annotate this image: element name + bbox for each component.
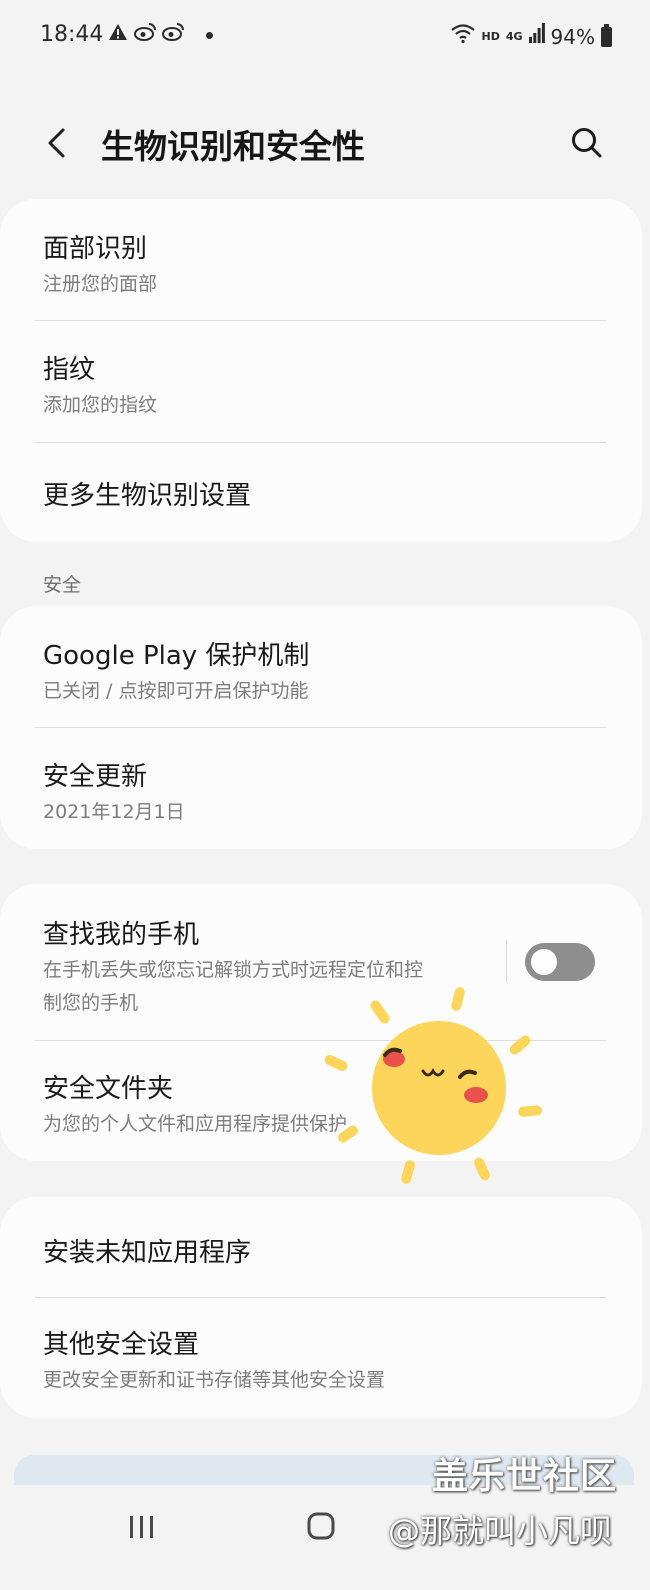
row-title: 查找我的手机 (43, 920, 200, 950)
row-subtitle-line2: 制您的手机 (43, 992, 139, 1014)
find-my-mobile-toggle[interactable] (525, 943, 595, 981)
other-security-card: 安装未知应用程序 其他安全设置 更改安全更新和证书存储等其他安全设置 (0, 1197, 642, 1418)
list-item-google-play-protect[interactable]: Google Play 保护机制 已关闭 / 点按即可开启保护功能 (0, 606, 642, 728)
toggle-separator (506, 940, 507, 982)
battery-percent: 94% (550, 24, 595, 49)
battery-icon (601, 23, 612, 47)
row-title: 其他安全设置 (43, 1330, 200, 1360)
sun-sticker-icon (325, 987, 542, 1184)
biometrics-card: 面部识别 注册您的面部 指纹 添加您的指纹 更多生物识别设置 (0, 199, 642, 542)
recent-apps-button[interactable] (112, 1502, 172, 1552)
row-title: 更多生物识别设置 (43, 481, 252, 511)
warning-icon (108, 22, 128, 49)
back-button[interactable] (34, 118, 84, 168)
toggle-knob (529, 947, 559, 977)
row-title: Google Play 保护机制 (43, 641, 310, 671)
search-button[interactable] (562, 118, 612, 168)
weibo-icon (134, 22, 156, 49)
status-time: 18:44 (40, 22, 104, 47)
list-item-install-unknown-apps[interactable]: 安装未知应用程序 (0, 1197, 642, 1297)
recent-apps-icon (130, 1516, 153, 1538)
row-title: 面部识别 (43, 234, 148, 264)
row-subtitle: 为您的个人文件和应用程序提供保护 (43, 1113, 348, 1135)
search-icon (572, 128, 602, 158)
row-subtitle: 在手机丢失或您忘记解锁方式时远程定位和控 (43, 959, 424, 981)
row-subtitle: 注册您的面部 (43, 273, 158, 295)
status-bar: 18:44 HD 4G 94% (0, 0, 650, 70)
row-title: 安全文件夹 (43, 1074, 174, 1104)
more-notifications-dot-icon (206, 32, 213, 39)
chevron-left-icon (48, 128, 65, 158)
network-hd-label: HD (481, 30, 500, 43)
list-item-fingerprint[interactable]: 指纹 添加您的指纹 (0, 321, 642, 442)
signal-icon (528, 23, 545, 50)
home-button[interactable] (291, 1502, 351, 1552)
list-item-more-biometrics[interactable]: 更多生物识别设置 (0, 443, 642, 542)
network-type-label: 4G (505, 30, 523, 43)
section-header-security: 安全 (43, 574, 82, 596)
system-status-icons: HD 4G 94% (450, 22, 612, 51)
list-item-other-security-settings[interactable]: 其他安全设置 更改安全更新和证书存储等其他安全设置 (0, 1298, 642, 1418)
row-subtitle: 2021年12月1日 (43, 801, 185, 823)
notification-icons (108, 22, 213, 49)
app-bar: 生物识别和安全性 (0, 100, 650, 190)
home-icon (307, 1512, 335, 1540)
list-item-face-recognition[interactable]: 面部识别 注册您的面部 (0, 199, 642, 321)
security-card: Google Play 保护机制 已关闭 / 点按即可开启保护功能 安全更新 2… (0, 606, 642, 849)
weibo-icon (162, 22, 184, 49)
page-title: 生物识别和安全性 (101, 127, 365, 166)
wifi-icon (450, 22, 476, 51)
row-subtitle: 添加您的指纹 (43, 394, 158, 416)
row-title: 安装未知应用程序 (43, 1238, 252, 1268)
row-title: 安全更新 (43, 762, 148, 792)
watermark-community: 盖乐世社区 (432, 1456, 618, 1497)
row-title: 指纹 (43, 355, 96, 385)
row-subtitle: 已关闭 / 点按即可开启保护功能 (43, 680, 309, 702)
watermark-author: @那就叫小凡呗 (388, 1512, 613, 1550)
list-item-security-update[interactable]: 安全更新 2021年12月1日 (0, 728, 642, 849)
row-subtitle: 更改安全更新和证书存储等其他安全设置 (43, 1369, 386, 1391)
